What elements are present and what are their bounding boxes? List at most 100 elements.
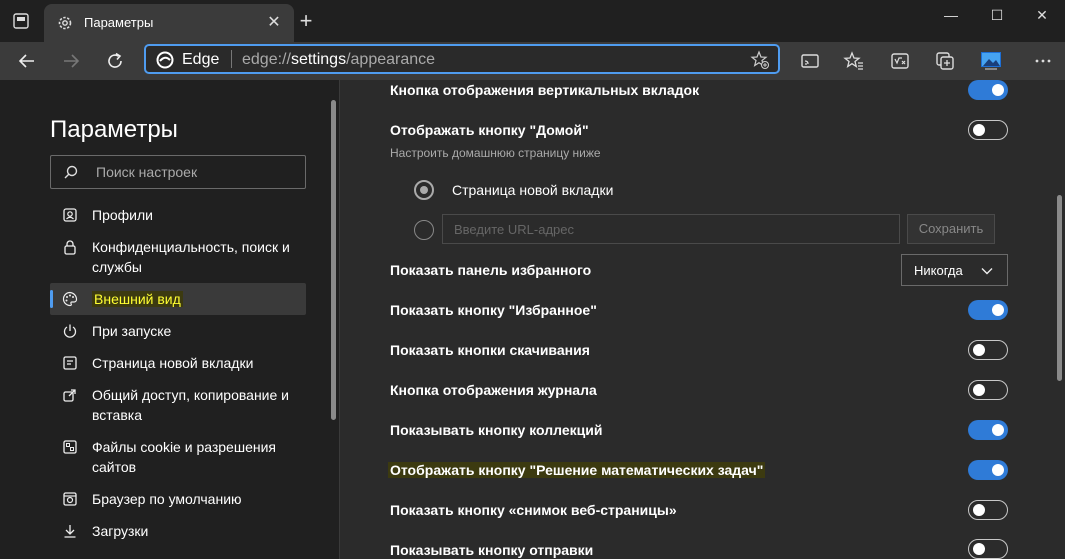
title-bar: Параметры ✕ + — ☐ ✕ bbox=[0, 0, 1065, 42]
edge-brand-label: Edge bbox=[182, 51, 220, 68]
home-url-input[interactable]: Введите URL-адрес bbox=[442, 214, 900, 244]
radio-newtab-label: Страница новой вкладки bbox=[452, 182, 614, 198]
sidebar-item-label: Внешний вид bbox=[92, 289, 302, 309]
toggle-web-capture[interactable] bbox=[968, 500, 1008, 520]
sidebar-item-newtab[interactable]: Страница новой вкладки bbox=[50, 353, 306, 373]
sidebar-item-privacy[interactable]: Конфиденциальность, поиск и службы bbox=[50, 237, 306, 277]
sidebar-item-cookies[interactable]: Файлы cookie и разрешения сайтов bbox=[50, 437, 306, 477]
back-arrow-icon[interactable] bbox=[16, 50, 38, 72]
sidebar-item-label: Конфиденциальность, поиск и службы bbox=[92, 239, 290, 275]
browser-icon bbox=[63, 492, 77, 506]
math-solver-icon[interactable] bbox=[888, 49, 912, 73]
sidebar-item-label: Файлы cookie и разрешения сайтов bbox=[92, 439, 276, 475]
toggle-knob bbox=[992, 424, 1004, 436]
favorites-icon[interactable] bbox=[842, 49, 866, 73]
settings-sidebar: Параметры Поиск настроек Профили Конфиде… bbox=[0, 80, 340, 559]
setting-downloads-button-label: Показать кнопки скачивания bbox=[390, 342, 590, 358]
setting-vertical-tabs-label: Кнопка отображения вертикальных вкладок bbox=[390, 82, 700, 98]
more-options-icon[interactable] bbox=[1031, 49, 1055, 73]
sidebar-item-label: Профили bbox=[92, 207, 153, 223]
radio-newtab-page[interactable] bbox=[414, 180, 434, 200]
sidebar-item-label: Загрузки bbox=[92, 523, 149, 539]
toggle-knob bbox=[973, 124, 985, 136]
toggle-collections-button[interactable] bbox=[968, 420, 1008, 440]
url-path: /appearance bbox=[346, 51, 436, 68]
sidebar-item-profiles[interactable]: Профили bbox=[50, 205, 306, 225]
gear-icon bbox=[58, 16, 72, 30]
setting-web-capture-label: Показать кнопку «снимок веб-страницы» bbox=[390, 502, 677, 518]
toggle-math-solver[interactable] bbox=[968, 460, 1008, 480]
toggle-favorites-button[interactable] bbox=[968, 300, 1008, 320]
chevron-down-icon bbox=[981, 268, 993, 275]
tab-settings[interactable]: Параметры ✕ bbox=[44, 4, 294, 42]
setting-share-button-label: Показывать кнопку отправки bbox=[390, 542, 594, 558]
collections-icon[interactable] bbox=[933, 49, 957, 73]
appearance-settings-panel: Кнопка отображения вертикальных вкладок … bbox=[340, 80, 1065, 559]
toggle-knob bbox=[992, 464, 1004, 476]
sidebar-item-share[interactable]: Общий доступ, копирование и вставка bbox=[50, 385, 306, 425]
sidebar-item-startup[interactable]: При запуске bbox=[50, 321, 306, 341]
forward-arrow-icon[interactable] bbox=[60, 50, 82, 72]
tab-title: Параметры bbox=[84, 15, 154, 30]
setting-math-solver-label: Отображать кнопку "Решение математически… bbox=[388, 462, 766, 478]
setting-favorites-button-label: Показать кнопку "Избранное" bbox=[390, 302, 597, 318]
close-window-button[interactable]: ✕ bbox=[1019, 0, 1065, 30]
sidebar-item-default-browser[interactable]: Браузер по умолчанию bbox=[50, 489, 306, 509]
toggle-home-button[interactable] bbox=[968, 120, 1008, 140]
search-icon bbox=[64, 165, 78, 179]
add-favorite-icon[interactable] bbox=[750, 50, 770, 70]
toggle-downloads-button[interactable] bbox=[968, 340, 1008, 360]
home-button-description: Настроить домашнюю страницу ниже bbox=[390, 146, 601, 160]
toggle-knob bbox=[992, 84, 1004, 96]
toggle-knob bbox=[992, 304, 1004, 316]
setting-home-button-label: Отображать кнопку "Домой" bbox=[390, 122, 589, 138]
edge-logo-icon bbox=[156, 51, 174, 69]
profile-icon bbox=[63, 208, 77, 222]
sidebar-item-label: При запуске bbox=[92, 323, 172, 339]
setting-favorites-bar-label: Показать панель избранного bbox=[390, 262, 592, 278]
toggle-knob bbox=[973, 543, 985, 555]
save-button[interactable]: Сохранить bbox=[907, 214, 995, 244]
sidebar-item-label: Общий доступ, копирование и вставка bbox=[92, 387, 289, 423]
search-input[interactable]: Поиск настроек bbox=[50, 155, 306, 189]
toolbar: Edge edge://settings/appearance bbox=[0, 42, 1065, 80]
sidebar-item-label: Браузер по умолчанию bbox=[92, 491, 242, 507]
url-scheme: edge:// bbox=[242, 51, 291, 68]
address-separator bbox=[231, 50, 232, 68]
dropdown-value: Никогда bbox=[914, 263, 963, 278]
favorites-bar-dropdown[interactable]: Никогда bbox=[901, 254, 1008, 286]
maximize-button[interactable]: ☐ bbox=[974, 0, 1020, 30]
setting-collections-button-label: Показывать кнопку коллекций bbox=[390, 422, 603, 438]
share-icon bbox=[63, 389, 76, 402]
toggle-knob bbox=[973, 384, 985, 396]
tab-actions-icon[interactable] bbox=[12, 12, 30, 30]
toggle-vertical-tabs[interactable] bbox=[968, 80, 1008, 100]
new-tab-button[interactable]: + bbox=[296, 10, 316, 32]
toggle-share-button[interactable] bbox=[968, 539, 1008, 559]
highlighted-label: Внешний вид bbox=[92, 291, 183, 307]
url-text: edge://settings/appearance bbox=[242, 51, 435, 69]
profile-avatar-icon[interactable] bbox=[979, 49, 1003, 73]
sidebar-item-downloads[interactable]: Загрузки bbox=[50, 521, 306, 541]
page-title: Параметры bbox=[50, 116, 178, 143]
minimize-button[interactable]: — bbox=[928, 0, 974, 30]
radio-custom-url[interactable] bbox=[414, 220, 434, 240]
address-bar[interactable]: Edge edge://settings/appearance bbox=[144, 44, 780, 74]
setting-history-button-label: Кнопка отображения журнала bbox=[390, 382, 597, 398]
url-input-placeholder: Введите URL-адрес bbox=[454, 222, 574, 237]
sidebar-scrollbar[interactable] bbox=[331, 100, 336, 420]
refresh-icon[interactable] bbox=[104, 50, 126, 72]
toggle-knob bbox=[973, 344, 985, 356]
close-tab-button[interactable]: ✕ bbox=[264, 13, 284, 33]
content-scrollbar[interactable] bbox=[1057, 195, 1062, 381]
toggle-knob bbox=[973, 504, 985, 516]
power-icon bbox=[63, 324, 77, 338]
search-placeholder: Поиск настроек bbox=[96, 164, 198, 180]
cast-icon[interactable] bbox=[798, 49, 822, 73]
lock-icon bbox=[64, 240, 76, 255]
newtab-page-icon bbox=[63, 356, 77, 370]
sidebar-item-appearance[interactable]: Внешний вид bbox=[50, 283, 306, 315]
download-icon bbox=[64, 525, 76, 538]
sidebar-item-label: Страница новой вкладки bbox=[92, 355, 254, 371]
toggle-history-button[interactable] bbox=[968, 380, 1008, 400]
